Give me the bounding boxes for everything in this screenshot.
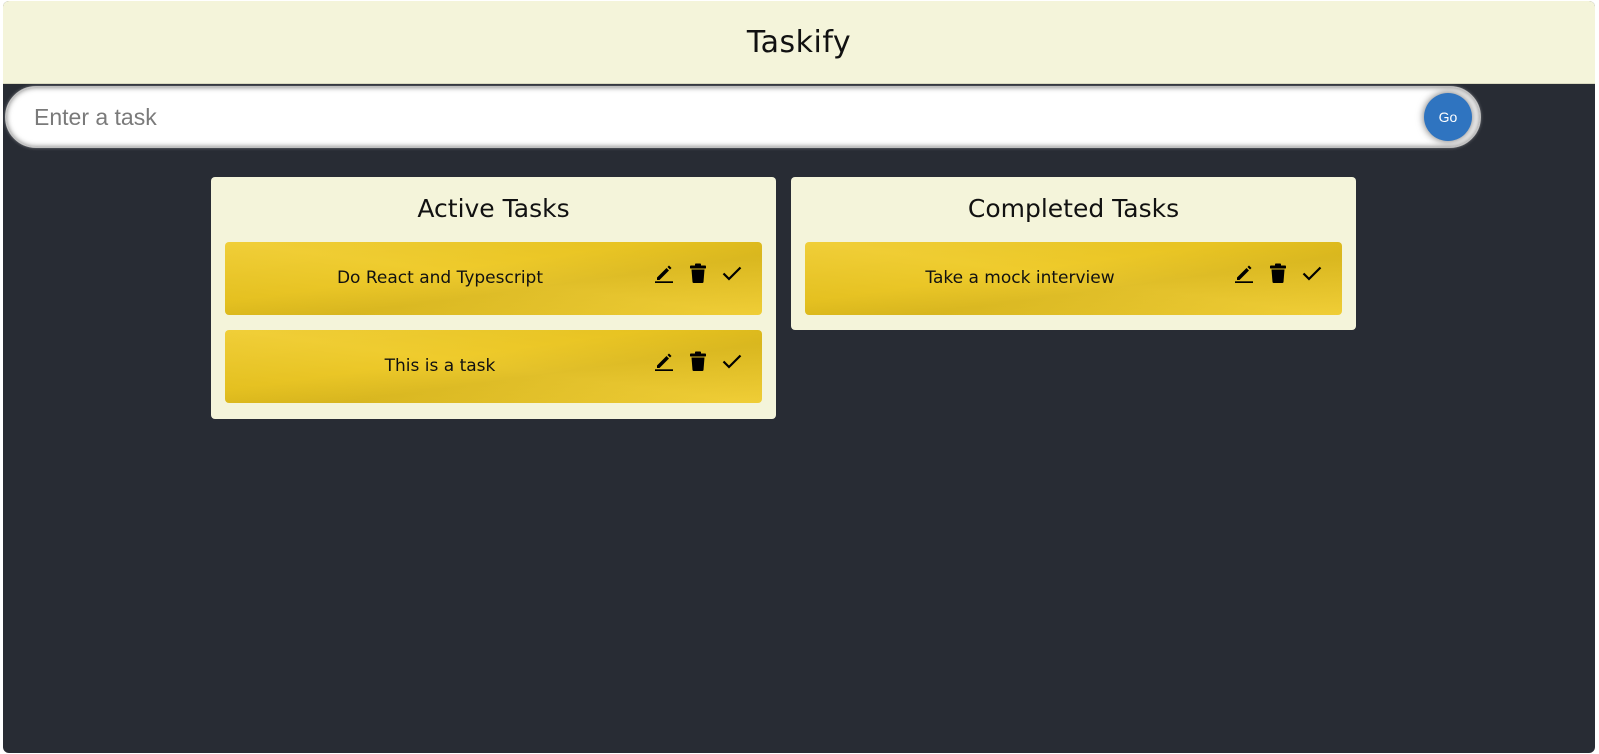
task-input[interactable] [6, 87, 1406, 147]
task-actions [1234, 262, 1322, 284]
app-window: Taskify Go Active Tasks Do React and Typ… [3, 1, 1595, 753]
task-card[interactable]: This is a task [225, 330, 762, 403]
task-actions [654, 350, 742, 372]
task-actions [654, 262, 742, 284]
go-button[interactable]: Go [1424, 93, 1472, 141]
check-icon[interactable] [722, 262, 742, 284]
edit-icon[interactable] [654, 262, 674, 284]
task-text: Do React and Typescript [336, 268, 544, 288]
completed-tasks-title: Completed Tasks [967, 194, 1180, 223]
task-text: This is a task [384, 356, 496, 376]
edit-icon[interactable] [654, 350, 674, 372]
task-card[interactable]: Do React and Typescript [225, 242, 762, 315]
check-icon[interactable] [722, 350, 742, 372]
active-tasks-title: Active Tasks [417, 194, 570, 223]
delete-icon[interactable] [688, 350, 708, 372]
edit-icon[interactable] [1234, 262, 1254, 284]
completed-tasks-column: Completed Tasks Take a mock interview [791, 177, 1356, 330]
active-tasks-column: Active Tasks Do React and Typescript Thi… [211, 177, 776, 419]
task-form: Go [5, 86, 1481, 148]
header: Taskify [3, 1, 1595, 84]
task-card[interactable]: Take a mock interview [805, 242, 1342, 315]
app-title: Taskify [746, 24, 852, 60]
delete-icon[interactable] [688, 262, 708, 284]
delete-icon[interactable] [1268, 262, 1288, 284]
task-text: Take a mock interview [925, 268, 1115, 288]
check-icon[interactable] [1302, 262, 1322, 284]
